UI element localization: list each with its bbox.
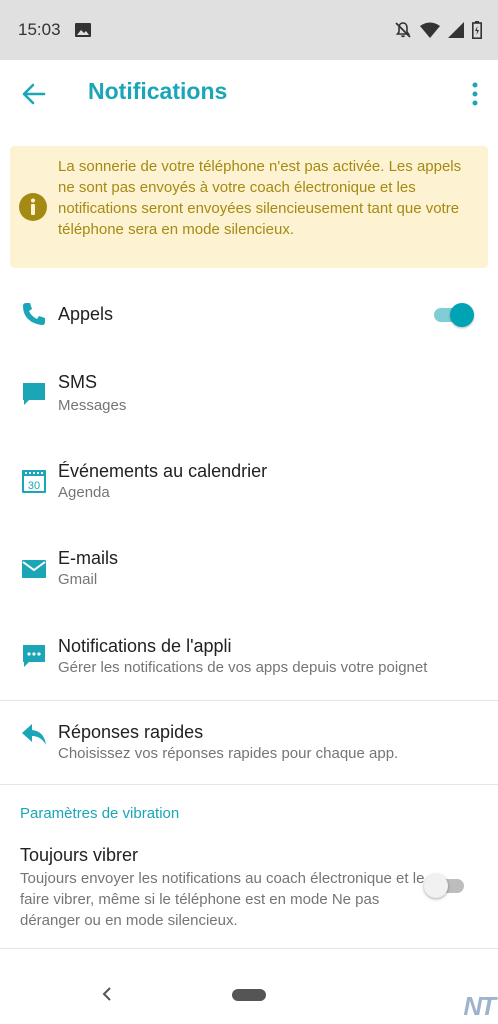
page-title: Notifications xyxy=(88,78,228,104)
calendar-sublabel: Agenda xyxy=(58,484,110,501)
calls-toggle-thumb xyxy=(450,303,474,327)
status-bar: 15:03 xyxy=(0,0,498,60)
calendar-icon-day: 30 xyxy=(28,480,40,492)
more-options-icon[interactable] xyxy=(470,80,480,108)
app-bar: Notifications xyxy=(0,60,498,126)
notification-item-sms[interactable]: SMS Messages xyxy=(0,368,498,424)
sms-sublabel: Messages xyxy=(58,397,127,414)
signal-icon xyxy=(448,22,464,38)
battery-icon xyxy=(472,21,482,39)
quick-replies-label: Réponses rapides xyxy=(58,722,204,742)
info-icon xyxy=(19,193,47,221)
nav-back-icon[interactable] xyxy=(100,986,114,1002)
notification-item-emails[interactable]: E-mails Gmail xyxy=(0,543,498,599)
notification-item-app-notifications[interactable]: Notifications de l'appli Gérer les notif… xyxy=(0,630,498,686)
silent-mode-warning: La sonnerie de votre téléphone n'est pas… xyxy=(10,146,488,268)
always-vibrate-toggle-thumb xyxy=(424,874,448,898)
system-navigation-bar: NT xyxy=(0,960,498,1024)
notification-item-calls[interactable]: Appels xyxy=(0,290,498,340)
divider xyxy=(0,784,498,785)
app-notification-icon xyxy=(23,645,45,667)
quick-replies-item[interactable]: Réponses rapides Choisissez vos réponses… xyxy=(0,710,498,776)
home-pill-button[interactable] xyxy=(232,989,266,1001)
calendar-icon: 30 xyxy=(22,470,46,493)
quick-replies-sublabel: Choisissez vos réponses rapides pour cha… xyxy=(58,745,399,762)
divider xyxy=(0,948,498,949)
emails-sublabel: Gmail xyxy=(58,571,98,588)
divider xyxy=(0,700,498,701)
always-vibrate-description: Toujours envoyer les notifications au co… xyxy=(20,870,425,929)
watermark-logo: NT xyxy=(463,991,496,1021)
app-notifications-sublabel: Gérer les notifications de vos apps depu… xyxy=(58,659,428,676)
sms-label: SMS xyxy=(58,372,98,392)
warning-text: La sonnerie de votre téléphone n'est pas… xyxy=(58,158,462,238)
calendar-label: Événements au calendrier xyxy=(58,461,268,481)
sms-icon xyxy=(23,383,45,405)
back-arrow-icon[interactable] xyxy=(20,80,48,108)
image-notification-icon xyxy=(74,23,91,37)
always-vibrate-title: Toujours vibrer xyxy=(20,845,139,865)
calls-toggle[interactable] xyxy=(432,302,476,328)
always-vibrate-toggle[interactable] xyxy=(424,873,468,899)
emails-label: E-mails xyxy=(58,548,119,568)
vibration-section-header: Paramètres de vibration xyxy=(20,805,180,822)
reply-icon xyxy=(22,724,46,745)
bell-off-icon xyxy=(395,22,411,38)
phone-icon xyxy=(23,303,45,325)
app-notifications-label: Notifications de l'appli xyxy=(58,636,232,656)
notification-item-calendar[interactable]: 30 Événements au calendrier Agenda xyxy=(0,455,498,511)
calls-label: Appels xyxy=(58,304,114,324)
email-icon xyxy=(22,560,46,578)
status-time: 15:03 xyxy=(18,20,61,39)
wifi-icon xyxy=(420,22,440,38)
